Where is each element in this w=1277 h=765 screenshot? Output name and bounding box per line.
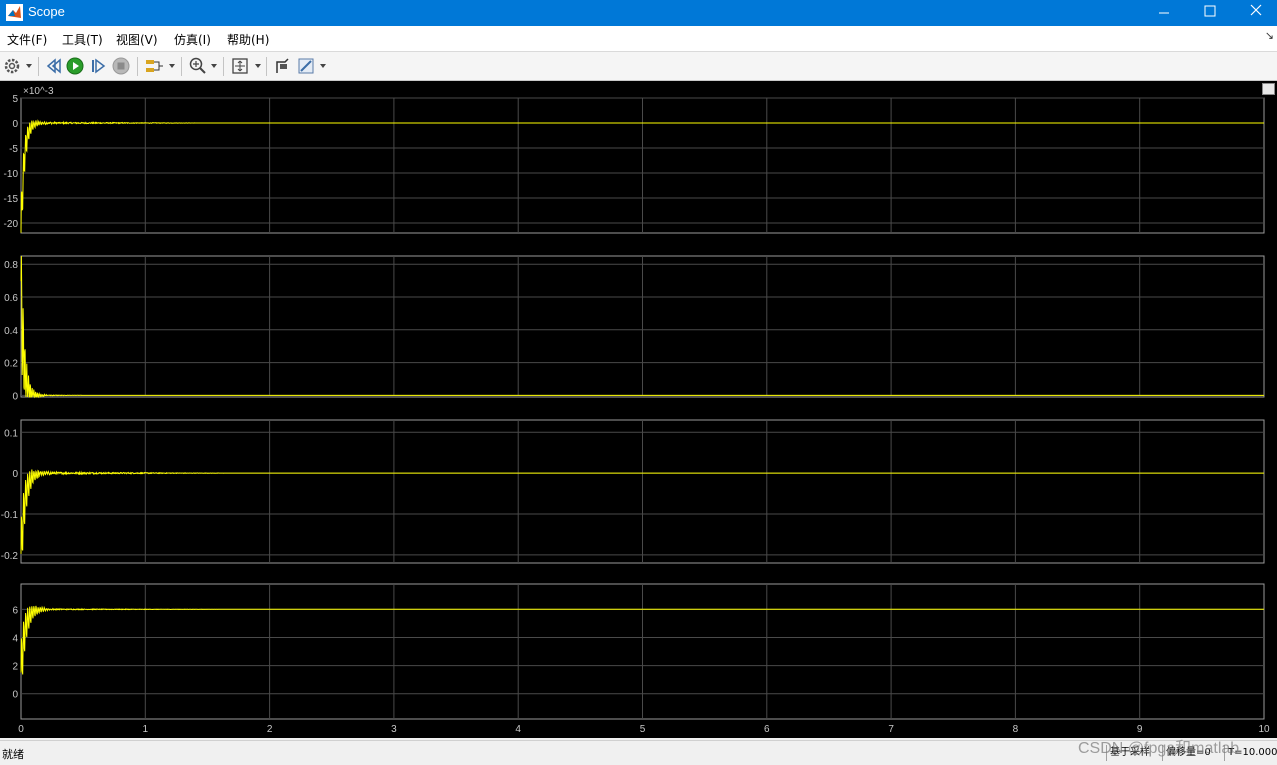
ytick-label: 0 bbox=[12, 119, 18, 130]
menu-file[interactable]: 文件(F) bbox=[7, 31, 47, 48]
settings-gear-icon[interactable] bbox=[3, 56, 21, 76]
collapse-toolbar-icon[interactable]: ↘ bbox=[1265, 29, 1274, 42]
menu-bar: 文件(F) 工具(T) 视图(V) 仿真(I) 帮助(H) ↘ bbox=[0, 26, 1277, 51]
toolbar-separator bbox=[181, 57, 182, 76]
toolbar-separator bbox=[137, 57, 138, 76]
watermark: CSDN @fpga和matlab bbox=[1078, 740, 1240, 757]
ytick-label: 0 bbox=[12, 391, 18, 402]
ytick-label: 0.4 bbox=[4, 326, 18, 337]
ytick-label: -15 bbox=[4, 194, 19, 205]
xtick-label: 6 bbox=[764, 724, 770, 735]
ytick-label: 0.6 bbox=[4, 293, 18, 304]
y-exponent-label: ×10^-3 bbox=[23, 86, 54, 97]
ytick-label: 0.2 bbox=[4, 359, 18, 370]
xtick-label: 8 bbox=[1013, 724, 1019, 735]
ytick-label: -10 bbox=[4, 169, 19, 180]
xtick-label: 4 bbox=[515, 724, 521, 735]
toolbar-separator bbox=[223, 57, 224, 76]
stop-icon[interactable] bbox=[112, 56, 130, 76]
matlab-logo-icon bbox=[6, 4, 23, 21]
undock-icon[interactable] bbox=[1262, 83, 1275, 95]
close-button[interactable] bbox=[1231, 0, 1277, 26]
xtick-label: 0 bbox=[18, 724, 24, 735]
style-dropdown-icon[interactable] bbox=[320, 64, 326, 68]
window-title: Scope bbox=[28, 4, 65, 19]
minimize-button[interactable] bbox=[1141, 0, 1187, 26]
fit-to-view-icon[interactable] bbox=[231, 56, 249, 76]
xtick-label: 2 bbox=[267, 724, 273, 735]
ytick-label: -20 bbox=[4, 219, 19, 230]
signal-selector-icon[interactable] bbox=[144, 56, 164, 76]
menu-simulation[interactable]: 仿真(I) bbox=[174, 31, 211, 48]
ytick-label: -5 bbox=[9, 144, 18, 155]
scope-axes[interactable]: 5 0 -5 -10 -15 -20 ×10^-3 0.8 0.6 0.4 0.2 0 0.1 0 -0.1… bbox=[0, 81, 1277, 738]
fit-dropdown-icon[interactable] bbox=[255, 64, 261, 68]
ytick-label: 0 bbox=[12, 469, 18, 480]
menu-view[interactable]: 视图(V) bbox=[116, 31, 158, 48]
maximize-button[interactable] bbox=[1187, 0, 1233, 26]
ytick-label: 5 bbox=[12, 94, 18, 105]
highlight-block-icon[interactable] bbox=[273, 56, 291, 76]
run-icon[interactable] bbox=[66, 56, 84, 76]
signal-selector-dropdown-icon[interactable] bbox=[169, 64, 175, 68]
xtick-label: 3 bbox=[391, 724, 397, 735]
ytick-label: 0.8 bbox=[4, 260, 18, 271]
minimize-icon bbox=[1159, 12, 1169, 14]
toolbar-separator bbox=[38, 57, 39, 76]
xtick-label: 5 bbox=[640, 724, 646, 735]
toolbar bbox=[0, 51, 1277, 81]
xtick-label: 7 bbox=[888, 724, 894, 735]
ytick-label: 0.1 bbox=[4, 428, 18, 439]
style-icon[interactable] bbox=[297, 56, 315, 76]
ytick-label: 0 bbox=[12, 690, 18, 701]
step-forward-icon[interactable] bbox=[89, 56, 107, 76]
zoom-in-icon[interactable] bbox=[188, 56, 206, 76]
xtick-label: 10 bbox=[1258, 724, 1270, 735]
ytick-label: 2 bbox=[12, 662, 18, 673]
close-icon bbox=[1250, 4, 1262, 16]
zoom-dropdown-icon[interactable] bbox=[211, 64, 217, 68]
ytick-label: -0.2 bbox=[1, 551, 19, 562]
toolbar-separator bbox=[266, 57, 267, 76]
ytick-label: 4 bbox=[12, 633, 18, 644]
settings-dropdown-icon[interactable] bbox=[26, 64, 32, 68]
title-bar: Scope bbox=[0, 0, 1277, 26]
ytick-label: 6 bbox=[12, 605, 18, 616]
scope-display: 5 0 -5 -10 -15 -20 ×10^-3 0.8 0.6 0.4 0.2 0 0.1 0 -0.1… bbox=[0, 81, 1277, 738]
step-back-icon[interactable] bbox=[44, 56, 62, 76]
status-ready: 就绪 bbox=[2, 748, 24, 761]
ytick-label: -0.1 bbox=[1, 510, 19, 521]
menu-help[interactable]: 帮助(H) bbox=[227, 31, 269, 48]
xtick-label: 1 bbox=[143, 724, 149, 735]
menu-tools[interactable]: 工具(T) bbox=[62, 31, 103, 48]
maximize-icon bbox=[1204, 5, 1216, 17]
